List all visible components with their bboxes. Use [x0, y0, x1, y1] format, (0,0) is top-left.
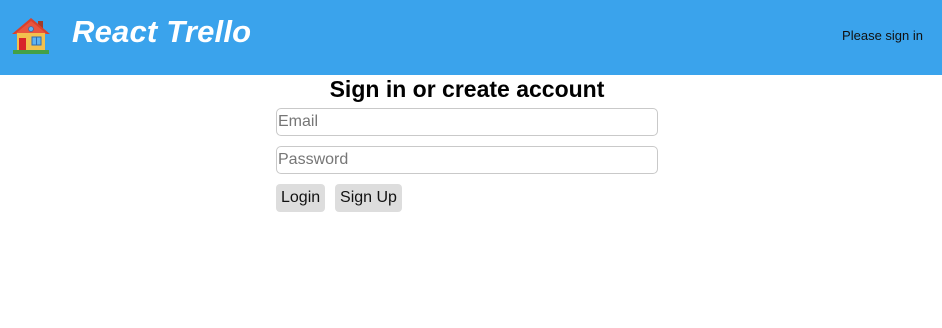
password-field[interactable]	[276, 146, 658, 174]
email-field[interactable]	[276, 108, 658, 136]
sign-up-button[interactable]: Sign Up	[335, 184, 402, 212]
app-title: React Trello	[72, 14, 252, 49]
signin-form: Sign in or create account Login Sign Up	[276, 75, 658, 212]
app-header: React Trello Please sign in	[0, 0, 942, 75]
page-title: Sign in or create account	[329, 76, 605, 102]
house-icon[interactable]	[11, 15, 51, 55]
auth-status-text: Please sign in	[842, 28, 923, 43]
login-button[interactable]: Login	[276, 184, 325, 212]
